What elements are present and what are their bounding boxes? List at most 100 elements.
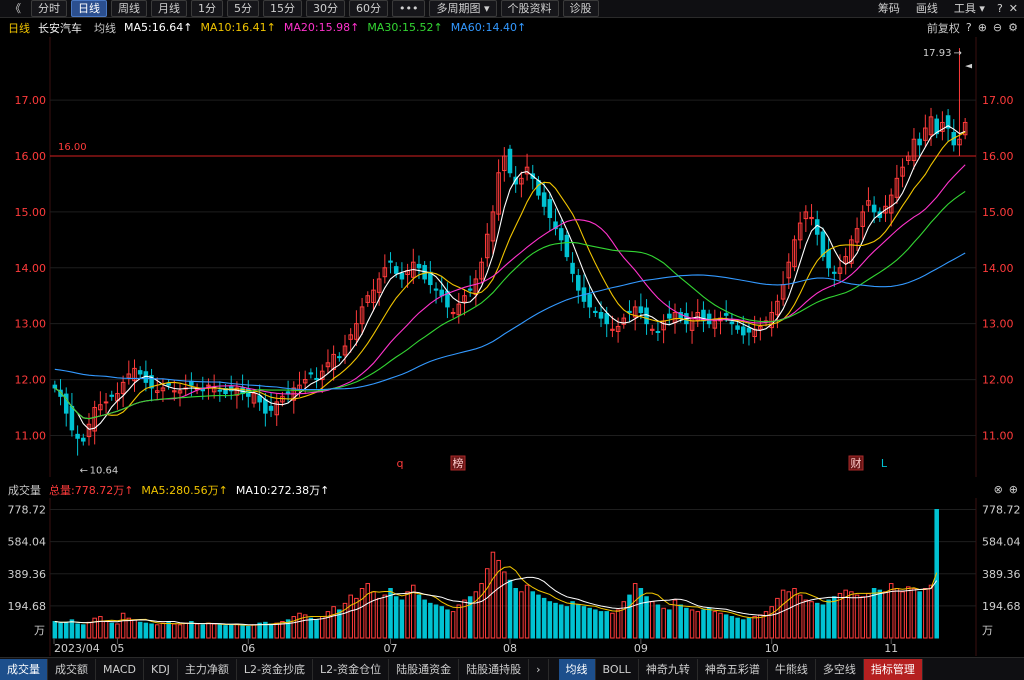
event-marker-1[interactable]: 榜 [453, 456, 464, 470]
event-marker-0[interactable]: q [397, 457, 404, 470]
volume-bar [826, 599, 831, 639]
period-button-7[interactable]: 30分 [306, 0, 345, 17]
volume-bar [541, 597, 547, 639]
candle-body [746, 327, 752, 333]
draw-line-button[interactable]: 画线 [910, 1, 944, 16]
volume-bar [257, 622, 262, 639]
ma-info-bar: 日线 长安汽车 均线 MA5:16.64↑ MA10:16.41↑ MA20:15.… [0, 19, 1024, 36]
ma-values: MA5:16.64↑ MA10:16.41↑ MA20:15.98↑ MA30:15.… [116, 21, 526, 34]
period-button-9[interactable]: ••• [392, 0, 426, 17]
indicator-tab-7[interactable]: 陆股通资金 [389, 658, 460, 680]
x-axis-label: 2023/04 [54, 642, 100, 655]
close-panel-icon[interactable]: ⊗ [994, 483, 1003, 496]
help-icon[interactable]: ? [997, 2, 1003, 15]
period-button-3[interactable]: 月线 [151, 0, 187, 17]
last-price-pointer-icon: ◄ [965, 61, 972, 71]
overlay-tab-5[interactable]: 多空线 [816, 658, 864, 680]
volume-value-0: 总量:778.72万↑ [49, 483, 134, 497]
volume-bar [587, 607, 592, 639]
x-axis-label: 05 [110, 642, 124, 655]
period-button-4[interactable]: 1分 [191, 0, 223, 17]
period-button-10[interactable]: 多周期图 ▾ [429, 0, 497, 17]
period-button-11[interactable]: 个股资料 [500, 0, 559, 17]
volume-bar [428, 602, 433, 639]
period-button-6[interactable]: 15分 [263, 0, 302, 17]
period-button-12[interactable]: 诊股 [562, 0, 599, 17]
volume-bar [137, 621, 143, 639]
overlay-tab-6[interactable]: 指标管理 [863, 658, 923, 680]
price-tick-right: 17.00 [982, 94, 1014, 107]
add-panel-icon[interactable]: ⊕ [1009, 483, 1018, 496]
zoom-out-icon[interactable]: ⊖ [993, 21, 1002, 34]
help-circle-icon[interactable]: ? [966, 21, 972, 34]
event-marker-2[interactable]: 财 [851, 456, 862, 470]
chips-button[interactable]: 筹码 [872, 1, 906, 16]
indicator-tab-0[interactable]: 成交量 [0, 658, 48, 680]
price-tick-left: 13.00 [15, 318, 47, 331]
candle-body [52, 384, 58, 389]
indicator-tab-2[interactable]: MACD [96, 658, 144, 680]
more-arrow-icon[interactable]: › [529, 658, 549, 680]
volume-bar [166, 621, 171, 639]
zoom-in-icon[interactable]: ⊕ [978, 21, 987, 34]
candle-body [507, 148, 513, 174]
volume-bar [69, 619, 75, 639]
price-tick-right: 14.00 [982, 262, 1014, 275]
x-axis-label: 09 [634, 642, 648, 655]
ma-value-0: MA5:16.64↑ [124, 21, 193, 34]
candle-body [75, 433, 80, 439]
ma-label[interactable]: 均线 [94, 20, 116, 36]
settings-icon[interactable]: ⚙ [1008, 21, 1018, 34]
volume-bar [422, 599, 427, 639]
overlay-tab-1[interactable]: BOLL [596, 658, 639, 680]
candle-body [416, 263, 422, 269]
volume-bar [667, 609, 672, 639]
period-button-1[interactable]: 日线 [71, 0, 107, 17]
candle-body [638, 306, 644, 313]
overlay-tab-0[interactable]: 均线 [558, 658, 596, 680]
close-icon[interactable]: ✕ [1009, 2, 1018, 15]
period-button-5[interactable]: 5分 [227, 0, 259, 17]
low-annotation: 10.64 [90, 466, 119, 477]
event-marker-3[interactable]: L [881, 457, 888, 470]
price-tick-left: 15.00 [15, 206, 47, 219]
ma-value-1: MA10:16.41↑ [200, 21, 276, 34]
volume-bar [877, 589, 883, 639]
overlay-tab-2[interactable]: 神奇九转 [639, 658, 698, 680]
volume-bar [75, 623, 80, 639]
collapse-icon[interactable]: 《 [4, 1, 27, 16]
volume-value-1: MA5:280.56万↑ [141, 483, 228, 497]
candle-body [388, 260, 393, 263]
overlay-tab-3[interactable]: 神奇五彩谱 [698, 658, 768, 680]
candle-body [263, 399, 268, 414]
candle-body [109, 394, 115, 397]
price-tick-left: 12.00 [15, 374, 47, 387]
period-button-2[interactable]: 周线 [111, 0, 147, 17]
indicator-tab-5[interactable]: L2-资金抄底 [237, 658, 314, 680]
volume-bar [240, 625, 245, 639]
indicator-tab-8[interactable]: 陆股通持股 [459, 658, 530, 680]
adjust-button[interactable]: 前复权 [927, 20, 960, 36]
candle-body [69, 405, 75, 431]
volume-bar [399, 599, 405, 639]
indicator-tab-3[interactable]: KDJ [144, 658, 178, 680]
volume-chart[interactable]: 778.72 778.72 584.04 584.04 389.36 389.36 194.… [0, 498, 1024, 656]
tools-menu[interactable]: 工具 ▾ [948, 1, 991, 16]
toolbar-right: 筹码 画线 工具 ▾ ? ✕ [868, 1, 1024, 16]
indicator-tab-4[interactable]: 主力净额 [178, 658, 237, 680]
volume-bar [149, 623, 154, 639]
volume-tick-left: 584.04 [8, 536, 47, 549]
volume-bar [581, 606, 587, 639]
high-annotation: 17.93 [923, 48, 952, 59]
price-tick-right: 12.00 [982, 374, 1014, 387]
overlay-tab-4[interactable]: 牛熊线 [768, 658, 816, 680]
price-chart[interactable]: 17.00 17.00 16.00 16.00 15.00 15.00 14.00 14.00… [0, 37, 1024, 477]
indicator-tab-1[interactable]: 成交额 [48, 658, 96, 680]
volume-bar [820, 604, 826, 639]
period-button-0[interactable]: 分时 [31, 0, 67, 17]
volume-bar [832, 596, 837, 639]
indicator-tab-6[interactable]: L2-资金仓位 [313, 658, 390, 680]
period-button-8[interactable]: 60分 [349, 0, 388, 17]
candle-body [729, 321, 735, 325]
candle-body [598, 311, 604, 319]
